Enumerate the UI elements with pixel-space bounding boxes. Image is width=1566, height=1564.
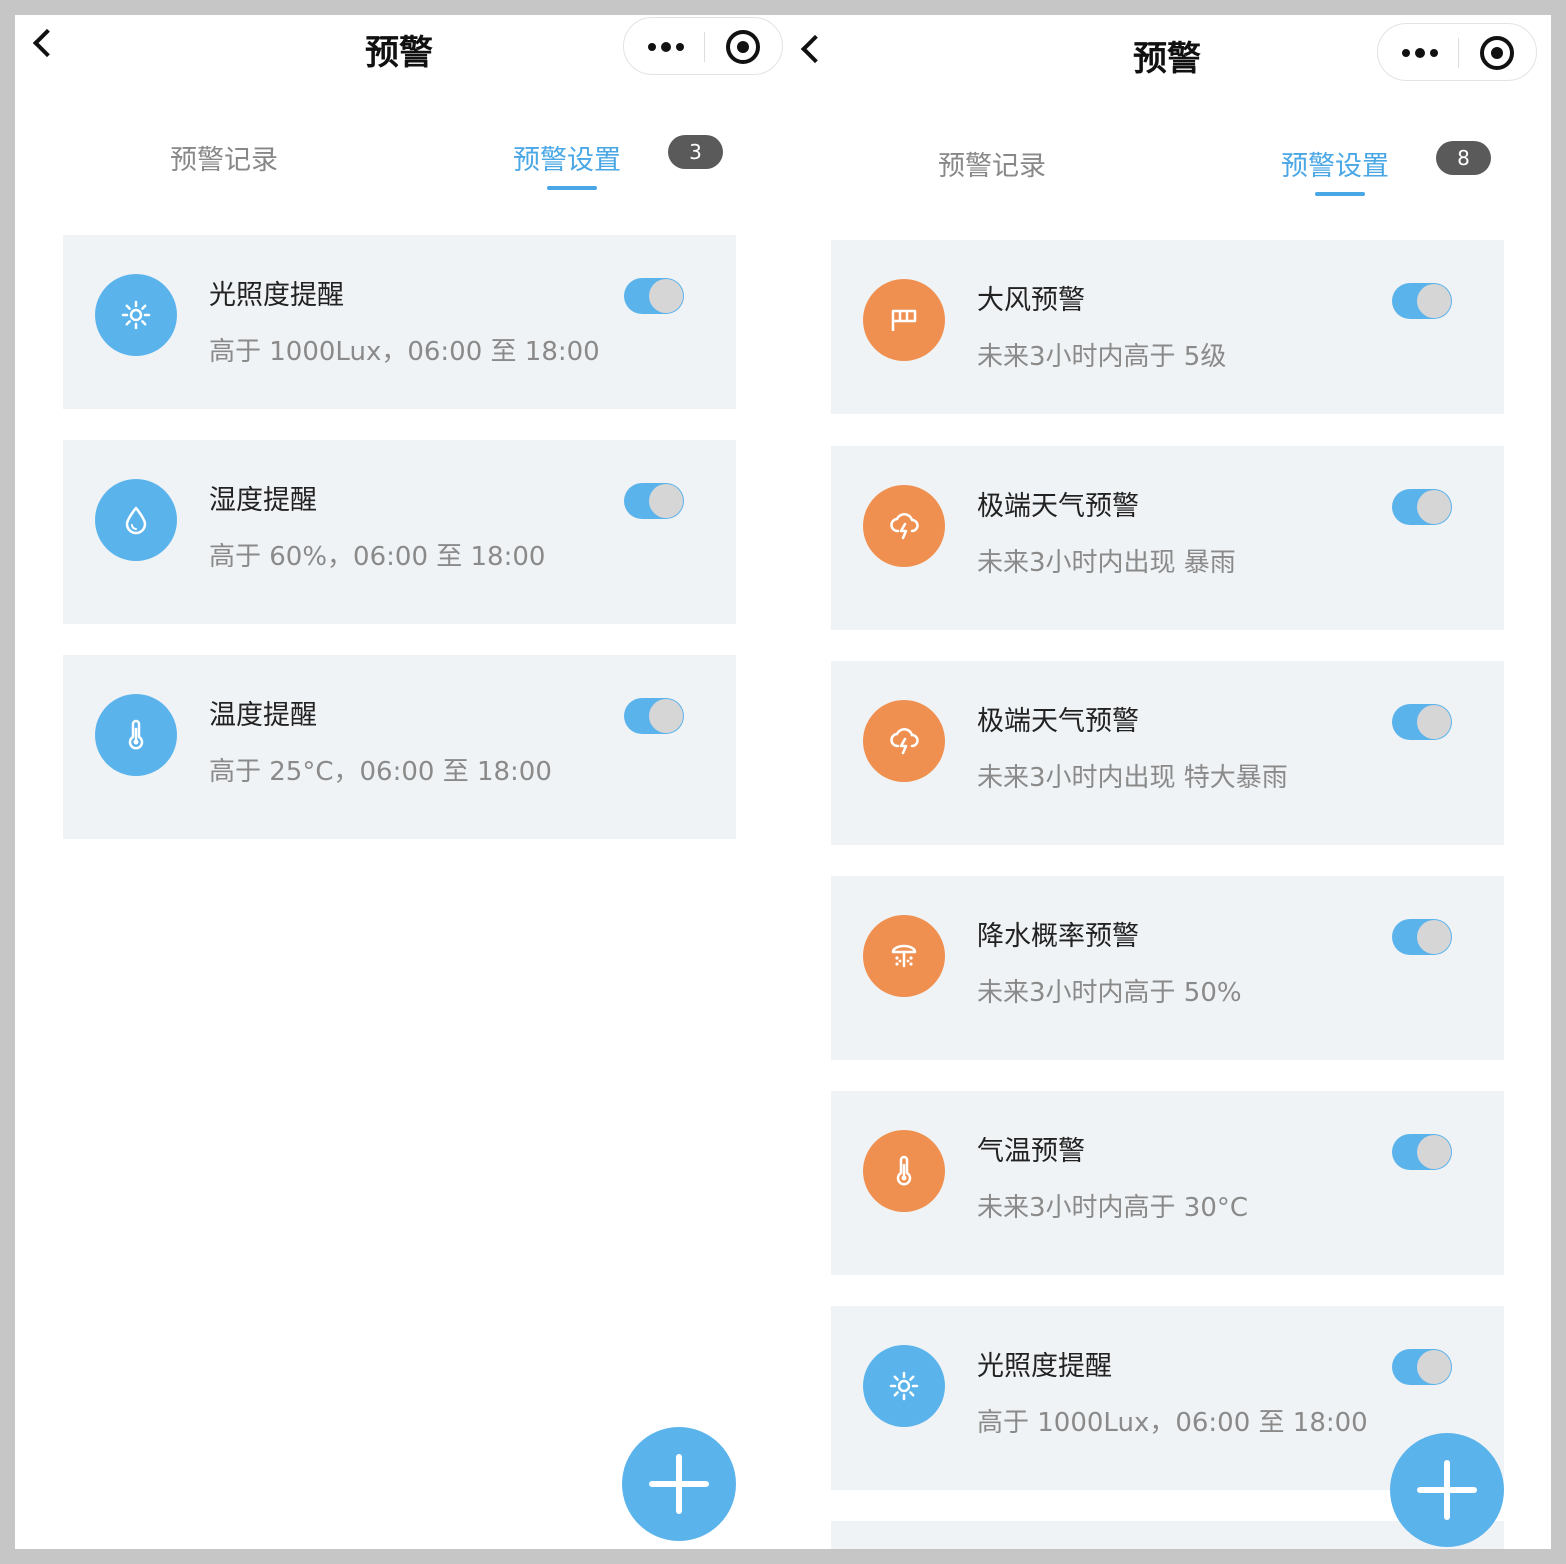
active-tab-indicator	[547, 186, 597, 190]
more-options-icon[interactable]	[1400, 48, 1440, 58]
warning-card-humidity[interactable]: 湿度提醒 高于 60%，06:00 至 18:00	[63, 440, 736, 624]
storm-cloud-icon	[863, 485, 945, 567]
card-description: 未来3小时内出现 特大暴雨	[977, 763, 1288, 793]
mini-program-capsule	[1377, 23, 1537, 81]
settings-count-badge: 8	[1436, 141, 1491, 175]
warning-card-precipitation[interactable]: 降水概率预警 未来3小时内高于 50%	[831, 876, 1504, 1060]
card-title: 大风预警	[977, 285, 1085, 316]
water-drop-icon	[95, 479, 177, 561]
card-title: 极端天气预警	[977, 491, 1139, 522]
enable-toggle[interactable]	[1392, 704, 1452, 740]
tab-warning-settings[interactable]: 预警设置	[1281, 144, 1389, 183]
screen-right: 预警 预警记录 预警设置 8 大风预警 未来3小时内高于 5级 极端天气预警 未…	[783, 15, 1551, 1549]
settings-count-badge: 3	[668, 135, 723, 169]
card-description: 未来3小时内出现 暴雨	[977, 548, 1236, 578]
card-description: 未来3小时内高于 30°C	[977, 1193, 1249, 1223]
card-description: 高于 1000Lux，06:00 至 18:00	[209, 337, 600, 367]
card-description: 高于 60%，06:00 至 18:00	[209, 542, 546, 572]
wind-flag-icon	[863, 279, 945, 361]
storm-cloud-icon	[863, 700, 945, 782]
warning-card-extreme-weather[interactable]: 极端天气预警 未来3小时内出现 暴雨	[831, 446, 1504, 630]
card-description: 未来3小时内高于 50%	[977, 978, 1242, 1008]
sun-icon	[95, 274, 177, 356]
warning-card-air-temperature[interactable]: 气温预警 未来3小时内高于 30°C	[831, 1091, 1504, 1275]
card-description: 未来3小时内高于 5级	[977, 342, 1227, 372]
warning-card-light[interactable]: 光照度提醒 高于 1000Lux，06:00 至 18:00	[63, 235, 736, 409]
warning-card-temperature[interactable]: 温度提醒 高于 25°C，06:00 至 18:00	[63, 655, 736, 839]
card-title: 光照度提醒	[209, 280, 344, 311]
active-tab-indicator	[1315, 192, 1365, 196]
nav-bar: 预警	[783, 21, 1551, 91]
tab-bar: 预警记录 预警设置 8	[783, 141, 1551, 224]
card-description: 高于 25°C，06:00 至 18:00	[209, 757, 552, 787]
enable-toggle[interactable]	[624, 278, 684, 314]
capsule-divider	[1458, 38, 1459, 68]
card-title: 湿度提醒	[209, 485, 317, 516]
more-options-icon[interactable]	[646, 42, 686, 52]
card-title: 极端天气预警	[977, 706, 1139, 737]
rain-probability-icon	[863, 915, 945, 997]
mini-program-capsule	[623, 17, 783, 75]
warning-card-wind[interactable]: 大风预警 未来3小时内高于 5级	[831, 240, 1504, 414]
screen-left: 预警 预警记录 预警设置 3 光照度提醒 高于 1000Lux，06:00 至 …	[15, 15, 783, 1549]
tab-warning-settings[interactable]: 预警设置	[513, 138, 621, 177]
card-title: 温度提醒	[209, 700, 317, 731]
enable-toggle[interactable]	[624, 483, 684, 519]
enable-toggle[interactable]	[1392, 1134, 1452, 1170]
warning-card-extreme-weather[interactable]: 极端天气预警 未来3小时内出现 特大暴雨	[831, 661, 1504, 845]
card-title: 光照度提醒	[977, 1351, 1112, 1382]
capsule-divider	[704, 32, 705, 62]
enable-toggle[interactable]	[624, 698, 684, 734]
enable-toggle[interactable]	[1392, 919, 1452, 955]
thermometer-icon	[95, 694, 177, 776]
close-target-icon[interactable]	[1480, 36, 1514, 70]
tab-warning-records[interactable]: 预警记录	[938, 144, 1046, 183]
enable-toggle[interactable]	[1392, 1349, 1452, 1385]
card-description: 高于 1000Lux，06:00 至 18:00	[977, 1408, 1368, 1438]
add-warning-button[interactable]	[1390, 1433, 1504, 1547]
enable-toggle[interactable]	[1392, 283, 1452, 319]
tab-bar: 预警记录 预警设置 3	[15, 135, 783, 218]
add-warning-button[interactable]	[622, 1427, 736, 1541]
close-target-icon[interactable]	[726, 30, 760, 64]
thermometer-icon	[863, 1130, 945, 1212]
card-title: 降水概率预警	[977, 921, 1139, 952]
card-title: 气温预警	[977, 1136, 1085, 1167]
enable-toggle[interactable]	[1392, 489, 1452, 525]
tab-warning-records[interactable]: 预警记录	[170, 138, 278, 177]
nav-bar: 预警	[15, 15, 783, 85]
sun-icon	[863, 1345, 945, 1427]
